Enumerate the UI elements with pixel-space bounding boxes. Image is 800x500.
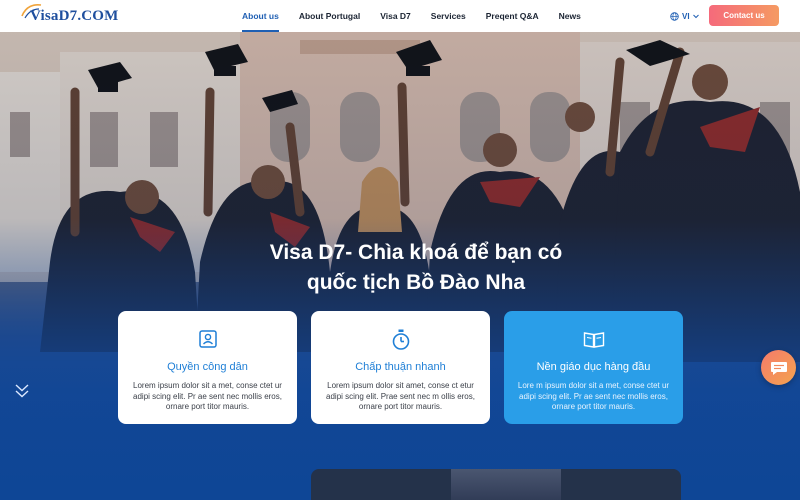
chat-button[interactable] [761, 350, 796, 385]
logo-text: VisaD7.COM [30, 7, 119, 24]
stopwatch-icon [392, 329, 409, 350]
main-nav: About us About Portugal Visa D7 Services… [242, 0, 601, 32]
nav-about-portugal[interactable]: About Portugal [299, 0, 360, 32]
feature-card-text: Lorem ipsum dolor sit a met, conse ctet … [133, 381, 282, 411]
nav-services[interactable]: Services [431, 0, 466, 32]
feature-card-text: Lore m ipsum dolor sit a met, conse ctet… [517, 381, 670, 411]
hero-heading-line-1: Visa D7- Chìa khoá để bạn có [269, 241, 563, 264]
language-code: VI [682, 11, 690, 21]
feature-card-title: Nền giáo dục hàng đầu [536, 361, 651, 373]
preview-image-figure [451, 469, 561, 500]
double-chevron-down-icon [15, 384, 29, 398]
chevron-down-icon [692, 14, 699, 19]
feature-card-title: Quyền công dân [167, 361, 248, 373]
site-logo[interactable]: VisaD7.COM [21, 3, 119, 28]
user-card-icon [198, 330, 217, 348]
nav-visa-d7[interactable]: Visa D7 [380, 0, 411, 32]
hero-heading: Visa D7- Chìa khoá để bạn có quốc tịch B… [0, 238, 800, 298]
scroll-down-button[interactable] [14, 382, 30, 400]
nav-about-us[interactable]: About us [242, 0, 279, 32]
logo-swoosh-icon [21, 3, 42, 19]
site-header: VisaD7.COM About us About Portugal Visa … [0, 0, 800, 32]
open-book-icon [583, 332, 604, 348]
nav-news[interactable]: News [559, 0, 581, 32]
feature-card-title: Chấp thuận nhanh [355, 361, 446, 373]
feature-card-top-education[interactable]: Nền giáo dục hàng đầu Lore m ipsum dolor… [504, 311, 683, 424]
globe-icon [670, 11, 679, 21]
next-section-image-preview [311, 469, 681, 500]
chat-bubble-icon [770, 361, 787, 375]
feature-card-fast-approval[interactable]: Chấp thuận nhanh Lorem ipsum dolor sit a… [311, 311, 490, 424]
language-selector[interactable]: VI [670, 9, 703, 23]
hero-section: Visa D7- Chìa khoá để bạn có quốc tịch B… [0, 32, 800, 500]
contact-us-button[interactable]: Contact us [709, 5, 779, 26]
feature-card-citizenship[interactable]: Quyền công dân Lorem ipsum dolor sit a m… [118, 311, 297, 424]
nav-faq[interactable]: Preqent Q&A [486, 0, 539, 32]
feature-card-text: Lorem ipsum dolor sit amet, conse ct etu… [326, 381, 475, 411]
hero-heading-line-2: quốc tịch Bồ Đào Nha [306, 271, 526, 294]
